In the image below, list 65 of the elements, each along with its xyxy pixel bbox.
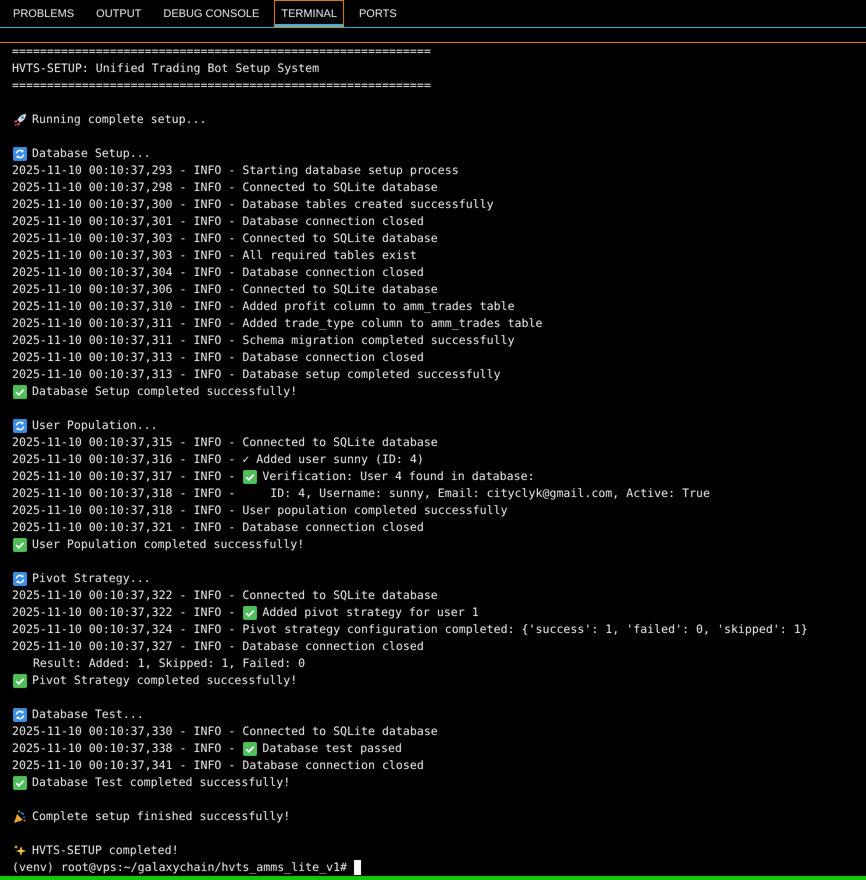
log-prefix: 2025-11-10 00:10:37,317 - INFO - xyxy=(12,468,236,485)
terminal-line: 2025-11-10 00:10:37,300 - INFO - Database tables created successfully xyxy=(12,196,494,213)
terminal-line: Result: Added: 1, Skipped: 1, Failed: 0 xyxy=(32,655,306,672)
rocket-icon xyxy=(13,112,27,126)
terminal-line: Database Setup... xyxy=(32,145,151,162)
panel-tab[interactable]: TERMINAL xyxy=(274,0,344,27)
terminal-line: 2025-11-10 00:10:37,304 - INFO - Database connection closed xyxy=(12,264,424,281)
terminal-line: HVTS-SETUP: Unified Trading Bot Setup System xyxy=(12,60,320,77)
panel-tab[interactable]: OUTPUT xyxy=(89,0,148,27)
terminal-line: Running complete setup... xyxy=(32,111,207,128)
terminal-line: 2025-11-10 00:10:37,318 - INFO - User population completed successfully xyxy=(12,502,508,519)
panel-tab[interactable]: PORTS xyxy=(352,0,404,27)
terminal-line: 2025-11-10 00:10:37,322 - INFO - Connected to SQLite database xyxy=(12,587,438,604)
terminal-line: 2025-11-10 00:10:37,310 - INFO - Added profit column to amm_trades table xyxy=(12,298,515,315)
terminal-line: Database Test... xyxy=(32,706,144,723)
refresh-icon xyxy=(13,572,27,586)
terminal-line: 2025-11-10 00:10:37,313 - INFO - Database connection closed xyxy=(12,349,424,366)
terminal-line: 2025-11-10 00:10:37,298 - INFO - Connected to SQLite database xyxy=(12,179,438,196)
terminal-line: 2025-11-10 00:10:37,318 - INFO - ID: 4, Username: sunny, Email: cityclyk@gmail.com, Active: True xyxy=(12,485,710,502)
terminal-line: User Population completed successfully! xyxy=(32,536,304,553)
terminal-line: ============================================================ xyxy=(12,43,431,60)
terminal-line: 2025-11-10 00:10:37,301 - INFO - Database connection closed xyxy=(12,213,424,230)
log-message: Added pivot strategy for user 1 xyxy=(262,604,479,621)
terminal-line: ============================================================ xyxy=(12,77,431,94)
log-prefix: 2025-11-10 00:10:37,322 - INFO - xyxy=(12,604,236,621)
terminal-line: 2025-11-10 00:10:37,321 - INFO - Database connection closed xyxy=(12,519,424,536)
check-icon xyxy=(243,742,258,756)
text-cursor xyxy=(354,860,362,875)
check-icon xyxy=(243,470,258,484)
terminal-line: 2025-11-10 00:10:37,311 - INFO - Schema migration completed successfully xyxy=(12,332,515,349)
terminal-line: User Population... xyxy=(32,417,158,434)
panel-tab[interactable]: DEBUG CONSOLE xyxy=(156,0,266,27)
terminal-line: 2025-11-10 00:10:37,306 - INFO - Connected to SQLite database xyxy=(12,281,438,298)
terminal-line: 2025-11-10 00:10:37,303 - INFO - All required tables exist xyxy=(12,247,417,264)
shell-prompt: (venv) root@vps:~/galaxychain/hvts_amms_lite_v1# xyxy=(12,859,348,876)
terminal-line: HVTS-SETUP completed! xyxy=(32,842,179,859)
terminal-line: Complete setup finished successfully! xyxy=(32,808,290,825)
terminal-line: 2025-11-10 00:10:37,293 - INFO - Starting database setup process xyxy=(12,162,459,179)
terminal-line: 2025-11-10 00:10:37,316 - INFO - ✓ Added user sunny (ID: 4) xyxy=(12,451,424,468)
log-message: Database test passed xyxy=(262,740,402,757)
terminal-line: Database Test completed successfully! xyxy=(32,774,290,791)
check-icon xyxy=(13,674,27,688)
terminal-line: 2025-11-10 00:10:37,327 - INFO - Database connection closed xyxy=(12,638,424,655)
check-icon xyxy=(13,776,27,790)
terminal-line: 2025-11-10 00:10:37,315 - INFO - Connected to SQLite database xyxy=(12,434,438,451)
terminal-line: Database Setup completed successfully! xyxy=(32,383,298,400)
log-message: Verification: User 4 found in database: xyxy=(262,468,535,485)
terminal-line: 2025-11-10 00:10:37,341 - INFO - Database connection closed xyxy=(12,757,424,774)
refresh-icon xyxy=(13,146,27,160)
terminal-line: 2025-11-10 00:10:37,330 - INFO - Connected to SQLite database xyxy=(12,723,438,740)
check-icon xyxy=(13,538,27,552)
check-icon xyxy=(13,384,27,398)
refresh-icon xyxy=(13,418,27,432)
party-popper-icon xyxy=(13,810,27,824)
check-icon xyxy=(243,606,258,620)
terminal-line: 2025-11-10 00:10:37,311 - INFO - Added trade_type column to amm_trades table xyxy=(12,315,542,332)
terminal-line: 2025-11-10 00:10:37,313 - INFO - Database setup completed successfully xyxy=(12,366,501,383)
terminal-line: 2025-11-10 00:10:37,303 - INFO - Connected to SQLite database xyxy=(12,230,438,247)
log-prefix: 2025-11-10 00:10:37,338 - INFO - xyxy=(12,740,236,757)
refresh-icon xyxy=(13,708,27,722)
terminal-line: 2025-11-10 00:10:37,324 - INFO - Pivot strategy configuration completed: {'success': 1, 'failed': 0, 'skipped': 1} xyxy=(12,621,808,638)
sparkles-icon xyxy=(13,844,27,858)
terminal-line: Pivot Strategy completed successfully! xyxy=(32,672,298,689)
terminal-line: Pivot Strategy... xyxy=(32,570,151,587)
panel-tab[interactable]: PROBLEMS xyxy=(6,0,82,27)
